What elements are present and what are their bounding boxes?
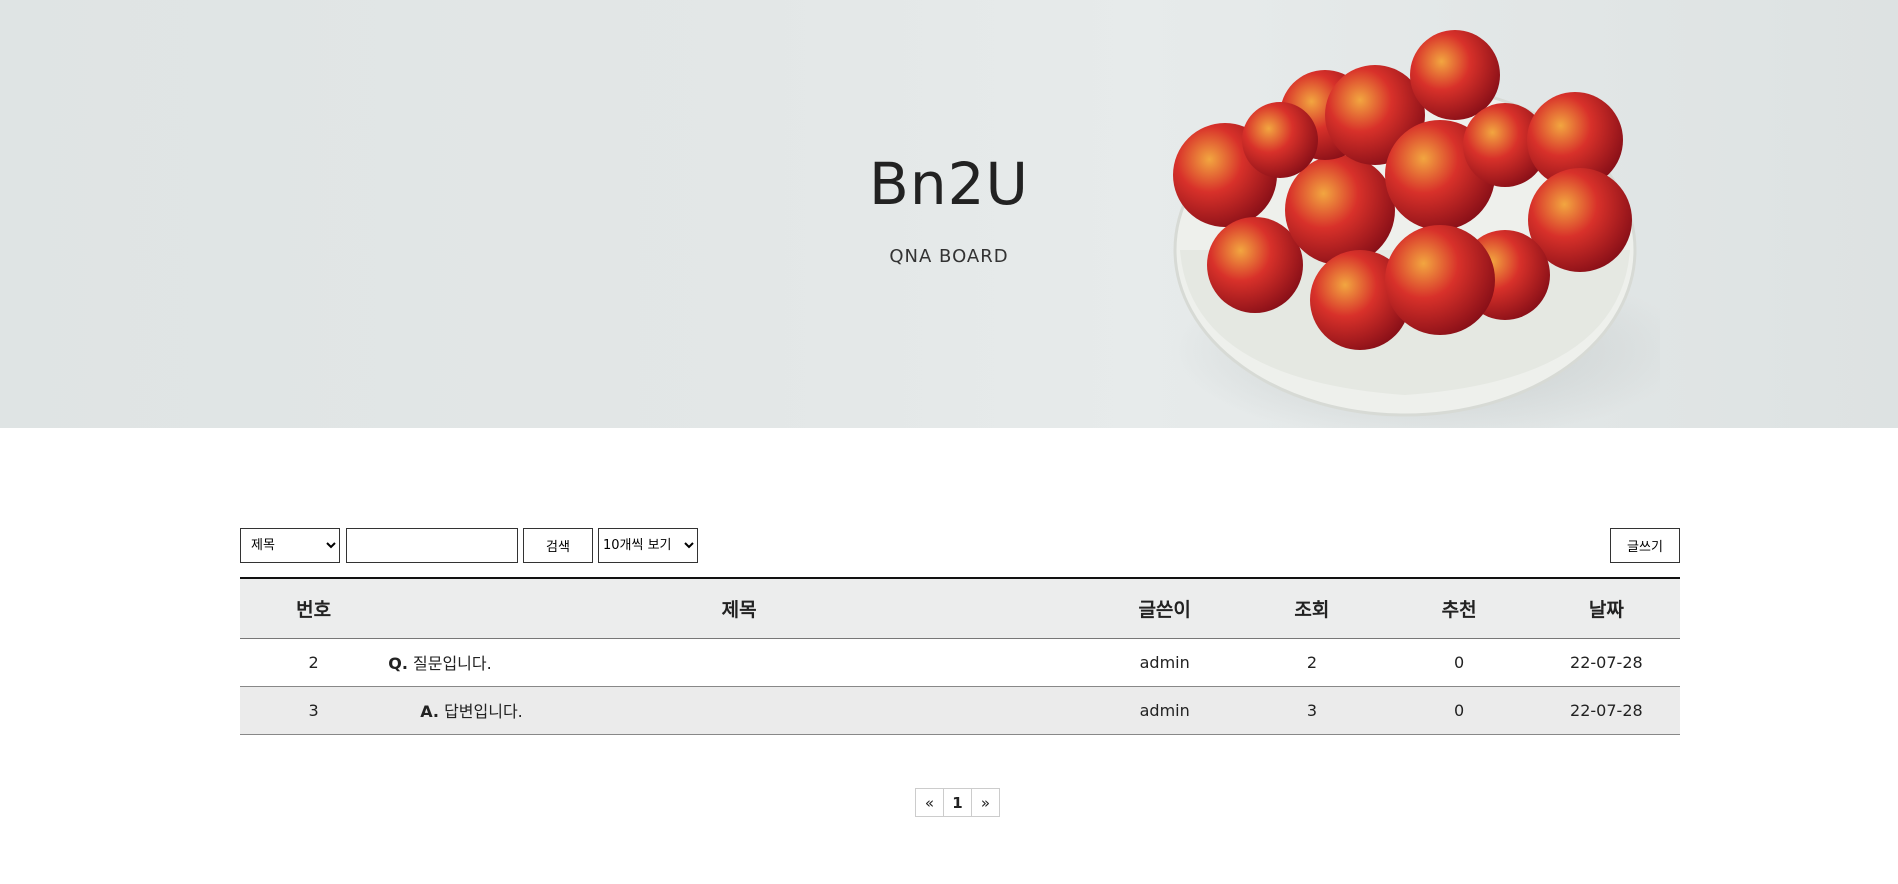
row-author: admin: [1139, 652, 1190, 672]
row-author: admin: [1139, 700, 1190, 720]
write-button[interactable]: 글쓰기: [1610, 528, 1680, 563]
header-views: 조회: [1294, 598, 1330, 621]
board-toolbar: 제목 검색 10개씩 보기 글쓰기: [240, 528, 1680, 563]
board-table: 번호 제목 글쓴이 조회 추천 날짜 2 Q. 질문입니다. admin 2 0…: [240, 577, 1680, 735]
hero-banner: Bn2U QNA BOARD: [0, 0, 1898, 428]
row-date: 22-07-28: [1570, 652, 1643, 672]
row-views: 3: [1306, 700, 1317, 720]
question-mark-label: Q.: [388, 654, 408, 673]
site-title: Bn2U: [869, 150, 1029, 218]
search-button[interactable]: 검색: [523, 528, 593, 563]
row-likes: 0: [1454, 700, 1465, 720]
pagination: « 1 »: [915, 788, 1000, 817]
row-title-cell[interactable]: A. 답변입니다.: [387, 686, 1091, 734]
row-views: 2: [1306, 652, 1317, 672]
answer-mark-label: A.: [420, 702, 439, 721]
search-input[interactable]: [346, 528, 518, 563]
row-number: 2: [308, 652, 319, 672]
header-date: 날짜: [1588, 598, 1624, 621]
site-subtitle: QNA BOARD: [889, 246, 1009, 267]
header-number: 번호: [296, 598, 332, 621]
header-title: 제목: [721, 598, 757, 621]
header-likes: 추천: [1441, 598, 1477, 621]
table-row: 3 A. 답변입니다. admin 3 0 22-07-28: [240, 686, 1680, 734]
prev-page-button[interactable]: «: [915, 788, 944, 817]
page-1-button[interactable]: 1: [943, 788, 972, 817]
row-title-cell[interactable]: Q. 질문입니다.: [387, 638, 1091, 686]
page-size-select[interactable]: 10개씩 보기: [598, 528, 698, 563]
search-field-select[interactable]: 제목: [240, 528, 340, 563]
row-number: 3: [308, 700, 319, 720]
row-likes: 0: [1454, 652, 1465, 672]
table-row: 2 Q. 질문입니다. admin 2 0 22-07-28: [240, 638, 1680, 686]
next-page-button[interactable]: »: [971, 788, 1000, 817]
row-date: 22-07-28: [1570, 700, 1643, 720]
post-title-link[interactable]: 답변입니다.: [444, 702, 523, 721]
header-author: 글쓴이: [1138, 598, 1191, 621]
table-header-row: 번호 제목 글쓴이 조회 추천 날짜: [240, 578, 1680, 638]
qna-board: 제목 검색 10개씩 보기 글쓰기 번호 제목 글쓴이 조회 추천 날짜 2 Q…: [240, 528, 1680, 735]
post-title-link[interactable]: 질문입니다.: [413, 654, 492, 673]
